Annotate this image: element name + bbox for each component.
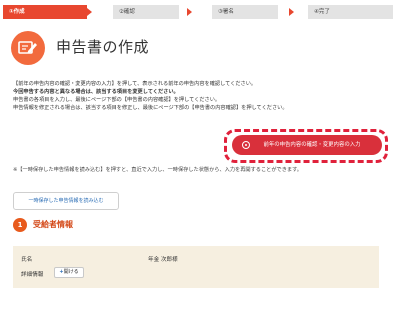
progress-steps: ①作成 ②確認 ③署名 ④完了 <box>3 5 397 19</box>
instruction-line-2-text: 今回申告する内容と異なる場合は、該当する項目を変更してください。 <box>13 89 179 95</box>
detail-label: 詳細情報 <box>21 272 44 278</box>
step-confirm: ②確認 <box>113 5 179 19</box>
section-number-badge: 1 <box>13 218 27 232</box>
open-details-button[interactable]: +開ける <box>54 267 84 278</box>
edit-document-icon <box>11 31 45 65</box>
load-note: ※【一時保存した申告情報を読み込む】を押すと、直近で入力し、一時保存した状態から… <box>13 167 302 173</box>
open-button-label: 開ける <box>63 269 79 275</box>
page-title: 申告書の作成 <box>56 38 150 56</box>
step-arrow-icon <box>187 8 192 16</box>
recipient-info-box: 氏名 年金 次郎様 詳細情報 +開ける <box>13 246 379 288</box>
confirm-previous-year-button[interactable]: 前年の申告内容の確認・変更内容の入力 <box>232 135 382 155</box>
instruction-line-3: 申告書の各項目を入力し、最後にページ下部の【申告書の内容確認】を押してください。 <box>13 97 221 103</box>
name-value: 年金 次郎様 <box>148 257 178 263</box>
circle-dot-icon <box>242 141 250 149</box>
instruction-line-2: 今回申告する内容と異なる場合は、該当する項目を変更してください。 <box>13 89 179 96</box>
step-arrow-icon <box>87 8 92 16</box>
step-arrow-icon <box>289 8 294 16</box>
step-complete: ④完了 <box>308 5 393 19</box>
name-label: 氏名 <box>21 257 33 263</box>
instruction-line-4: 申告情報を修正される場合は、該当する項目を修正し、最後にページ下部の【申告書の内… <box>13 105 288 111</box>
section-title: 受給者情報 <box>33 220 73 229</box>
step-sign: ③署名 <box>212 5 278 19</box>
instruction-line-1: 【前年の申告内容の確認・変更内容の入力】を押して、表示される前年の申告内容を確認… <box>13 81 257 87</box>
load-saved-button[interactable]: 一時保存した申告情報を読み込む <box>13 192 119 210</box>
confirm-button-label: 前年の申告内容の確認・変更内容の入力 <box>263 142 361 148</box>
step-create: ①作成 <box>3 5 87 19</box>
